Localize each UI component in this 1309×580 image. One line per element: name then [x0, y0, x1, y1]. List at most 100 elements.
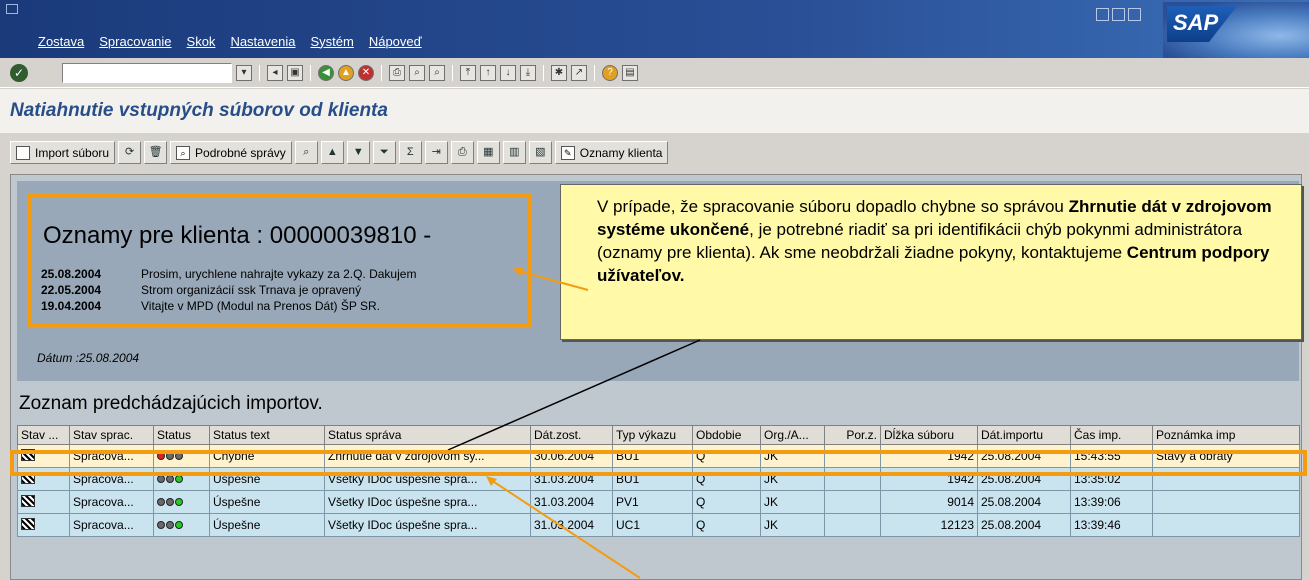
- command-input[interactable]: [63, 64, 213, 82]
- cell-flag[interactable]: [17, 467, 70, 491]
- cell-status-sprava[interactable]: Všetky IDoc úspešne spra...: [324, 513, 531, 537]
- cell-cas-imp[interactable]: 13:39:06: [1070, 490, 1153, 514]
- details-button[interactable]: ⌕: [294, 141, 318, 164]
- maximize-button[interactable]: [1112, 8, 1125, 21]
- cell-dlzka-suboru[interactable]: 1942: [880, 444, 978, 468]
- cell-status-text[interactable]: Úspešne: [209, 513, 325, 537]
- column-header[interactable]: Status správa: [324, 425, 531, 445]
- cell-org[interactable]: JK: [760, 490, 825, 514]
- column-header[interactable]: Status text: [209, 425, 325, 445]
- column-header[interactable]: Stav ...: [17, 425, 70, 445]
- prev-icon[interactable]: ◂: [267, 65, 283, 81]
- find-icon[interactable]: ⌕: [409, 65, 425, 81]
- cancel-icon[interactable]: ✕: [358, 65, 374, 81]
- cell-lights[interactable]: [153, 467, 210, 491]
- cell-poznamka[interactable]: [1152, 467, 1300, 491]
- cell-dat-zost[interactable]: 31.03.2004: [530, 513, 613, 537]
- cell-dat-importu[interactable]: 25.08.2004: [977, 513, 1071, 537]
- minimize-button[interactable]: [1096, 8, 1109, 21]
- column-header[interactable]: Por.z.: [824, 425, 881, 445]
- enter-icon[interactable]: ✓: [10, 64, 28, 82]
- shortcut-icon[interactable]: ↗: [571, 65, 587, 81]
- cell-poznamka[interactable]: [1152, 490, 1300, 514]
- cell-obdobie[interactable]: Q: [692, 467, 761, 491]
- import-file-button[interactable]: Import súboru: [10, 141, 116, 164]
- refresh-button[interactable]: ⟳: [118, 141, 142, 164]
- cell-status-sprava[interactable]: Všetky IDoc úspešne spra...: [324, 490, 531, 514]
- cell-dat-importu[interactable]: 25.08.2004: [977, 490, 1071, 514]
- cell-lights[interactable]: [153, 513, 210, 537]
- cell-typ-vykazu[interactable]: UC1: [612, 513, 693, 537]
- menu-zostava[interactable]: Zostava: [38, 34, 84, 49]
- layout-button[interactable]: ▦: [476, 141, 500, 164]
- column-header[interactable]: Poznámka imp: [1152, 425, 1300, 445]
- sort-asc-button[interactable]: ▲: [320, 141, 344, 164]
- close-button[interactable]: [1128, 8, 1141, 21]
- cell-stav-sprac[interactable]: Spracova...: [69, 467, 154, 491]
- cell-dat-importu[interactable]: 25.08.2004: [977, 444, 1071, 468]
- menu-skok[interactable]: Skok: [187, 34, 216, 49]
- cell-dlzka-suboru[interactable]: 12123: [880, 513, 978, 537]
- new-session-icon[interactable]: ✱: [551, 65, 567, 81]
- cell-obdobie[interactable]: Q: [692, 513, 761, 537]
- save-icon[interactable]: ▣: [287, 65, 303, 81]
- cell-typ-vykazu[interactable]: BU1: [612, 467, 693, 491]
- cell-lights[interactable]: [153, 490, 210, 514]
- cell-stav-sprac[interactable]: Spracova...: [69, 490, 154, 514]
- cell-status-sprava[interactable]: Všetky IDoc úspešne spra...: [324, 467, 531, 491]
- column-header[interactable]: Obdobie: [692, 425, 761, 445]
- sort-desc-button[interactable]: ▼: [346, 141, 370, 164]
- cell-flag[interactable]: [17, 490, 70, 514]
- cell-flag[interactable]: [17, 513, 70, 537]
- delete-button[interactable]: 🗑: [144, 141, 168, 164]
- column-header[interactable]: Org./A...: [760, 425, 825, 445]
- cell-status-text[interactable]: Úspešne: [209, 490, 325, 514]
- menu-spracovanie[interactable]: Spracovanie: [99, 34, 171, 49]
- next-page-icon[interactable]: ↓: [500, 65, 516, 81]
- column-header[interactable]: Status: [153, 425, 210, 445]
- cell-cas-imp[interactable]: 13:39:46: [1070, 513, 1153, 537]
- system-menu-icon[interactable]: [6, 4, 18, 14]
- cell-cas-imp[interactable]: 15:43:55: [1070, 444, 1153, 468]
- cell-por-z[interactable]: [824, 467, 881, 491]
- cell-cas-imp[interactable]: 13:35:02: [1070, 467, 1153, 491]
- cell-por-z[interactable]: [824, 513, 881, 537]
- history-dropdown-icon[interactable]: ▾: [236, 65, 252, 81]
- filter-button[interactable]: ⏷: [372, 141, 396, 164]
- cell-stav-sprac[interactable]: Spracova...: [69, 444, 154, 468]
- cell-lights[interactable]: [153, 444, 210, 468]
- print-icon[interactable]: ⎙: [389, 65, 405, 81]
- cell-org[interactable]: JK: [760, 444, 825, 468]
- cell-status-text[interactable]: Úspešne: [209, 467, 325, 491]
- cell-dat-zost[interactable]: 31.03.2004: [530, 490, 613, 514]
- select-layout-button[interactable]: ▥: [502, 141, 526, 164]
- cell-dat-importu[interactable]: 25.08.2004: [977, 467, 1071, 491]
- command-field[interactable]: [62, 63, 232, 83]
- column-header[interactable]: Dát.zost.: [530, 425, 613, 445]
- export-button[interactable]: ⇥: [424, 141, 448, 164]
- cell-dlzka-suboru[interactable]: 1942: [880, 467, 978, 491]
- menu-napoved[interactable]: Nápoveď: [369, 34, 422, 49]
- detail-messages-button[interactable]: ⌕ Podrobné správy: [170, 141, 292, 164]
- client-notices-button[interactable]: ✎ Oznamy klienta: [554, 141, 669, 164]
- cell-dlzka-suboru[interactable]: 9014: [880, 490, 978, 514]
- table-row[interactable]: Spracova... Úspešne Všetky IDoc úspešne sp…: [17, 490, 1300, 514]
- table-row[interactable]: Spracova... Chybne Zhrnutie dát v zdrojovo…: [17, 444, 1300, 468]
- first-page-icon[interactable]: ⤒: [460, 65, 476, 81]
- find-next-icon[interactable]: ⌕: [429, 65, 445, 81]
- total-button[interactable]: Σ: [398, 141, 422, 164]
- cell-poznamka[interactable]: Stavy a obraty: [1152, 444, 1300, 468]
- print-button[interactable]: ⎙: [450, 141, 474, 164]
- cell-status-text[interactable]: Chybne: [209, 444, 325, 468]
- menu-system[interactable]: Systém: [310, 34, 353, 49]
- cell-obdobie[interactable]: Q: [692, 444, 761, 468]
- menu-nastavenia[interactable]: Nastavenia: [230, 34, 295, 49]
- help-icon[interactable]: ?: [602, 65, 618, 81]
- cell-por-z[interactable]: [824, 444, 881, 468]
- table-row[interactable]: Spracova... Úspešne Všetky IDoc úspešne sp…: [17, 467, 1300, 491]
- cell-poznamka[interactable]: [1152, 513, 1300, 537]
- exit-icon[interactable]: ▲: [338, 65, 354, 81]
- save-layout-button[interactable]: ▧: [528, 141, 552, 164]
- cell-stav-sprac[interactable]: Spracova...: [69, 513, 154, 537]
- column-header[interactable]: Čas imp.: [1070, 425, 1153, 445]
